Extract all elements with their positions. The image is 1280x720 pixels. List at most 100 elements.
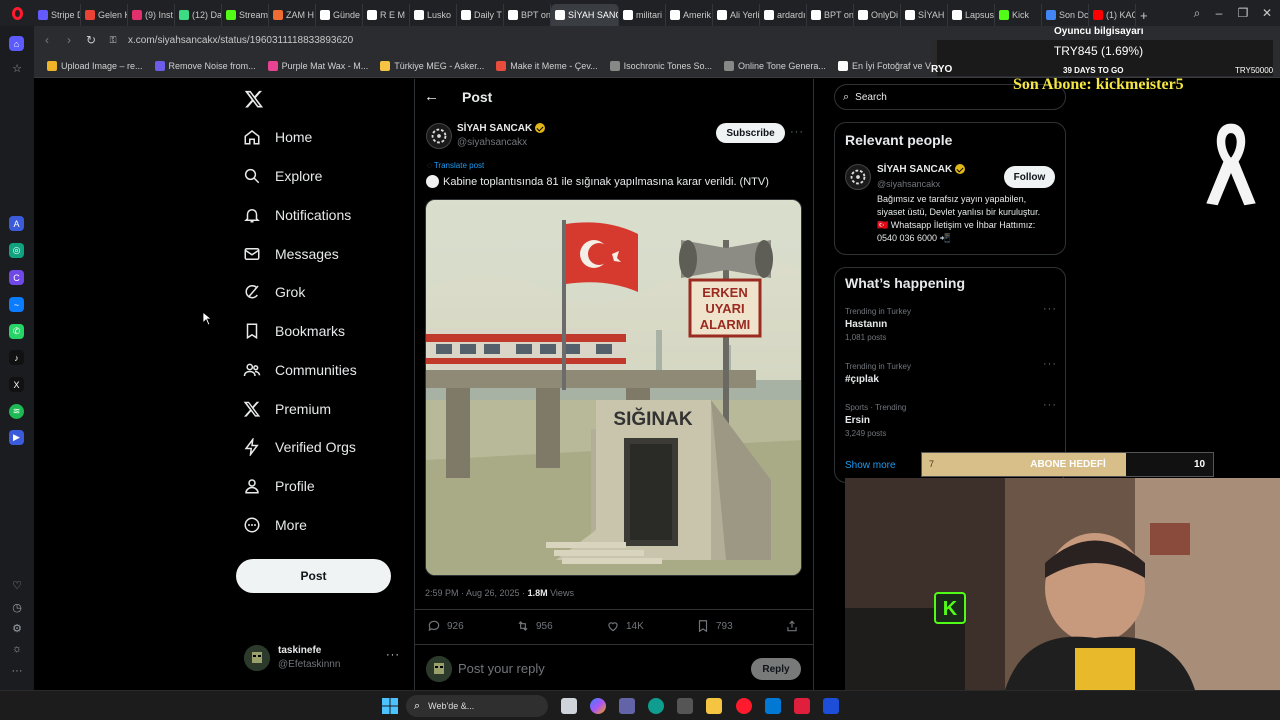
bookmark-item[interactable]: Isochronic Tones So... [605,60,717,71]
browser-tab[interactable]: Stripe D [34,4,81,26]
share-stat[interactable] [785,619,799,633]
browser-tab[interactable]: militari [619,4,666,26]
browser-tab[interactable]: ardardı [760,4,807,26]
bookmark-item[interactable]: Online Tone Genera... [719,60,831,71]
opera-icon[interactable] [736,698,752,714]
windows-start-icon[interactable] [382,698,398,714]
spotify-icon[interactable]: ≋ [9,404,24,419]
browser-tab[interactable]: OnlyDi [854,4,901,26]
player-icon[interactable]: ▶ [9,430,24,445]
bookmark-item[interactable]: Make it Meme - Çev... [491,60,602,71]
post-more-icon[interactable]: ··· [790,126,804,138]
copilot-icon[interactable] [590,698,606,714]
reload-icon[interactable]: ↻ [80,29,102,51]
repost-stat[interactable]: 956 [516,619,553,633]
reply-input[interactable]: Post your reply [458,661,545,676]
history-icon[interactable]: ◷ [10,601,24,615]
browser-tab[interactable]: SİYAH [901,4,948,26]
reply-stat[interactable]: 926 [427,619,464,633]
copilot-icon[interactable]: C [9,270,24,285]
browser-tab[interactable]: Amerik [666,4,713,26]
outlook-icon[interactable] [765,698,781,714]
nav-item-explore[interactable]: Explore [243,162,322,190]
relevant-person-name-row[interactable]: SİYAH SANCAK [877,164,966,175]
browser-tab[interactable]: Son Dc [1042,4,1089,26]
bookmark-item[interactable]: Purple Mat Wax - M... [263,60,374,71]
bookmark-item[interactable]: Türkiye MEG - Asker... [375,60,489,71]
trend-item[interactable]: Trending in Turkey #çıplak [845,362,911,388]
star-icon[interactable]: ☆ [10,62,24,76]
new-tab-icon[interactable]: + [1136,4,1152,26]
app-l-icon[interactable] [823,698,839,714]
post-image[interactable]: ERKEN UYARI ALARMI SIĞINAK [425,199,802,576]
account-switcher[interactable]: taskinefe @Efetaskinnn ··· [242,643,402,673]
trend-item[interactable]: Sports · Trending Ersin 3,249 posts [845,403,906,438]
nav-item-notifications[interactable]: Notifications [243,201,351,229]
trend-item[interactable]: Trending in Turkey Hastanın 1,081 posts [845,307,911,342]
bookmark-item[interactable]: Remove Noise from... [150,60,261,71]
aria-icon[interactable]: A [9,216,24,231]
heart-icon[interactable]: ♡ [10,579,24,593]
nav-item-verified-orgs[interactable]: Verified Orgs [243,433,356,461]
task-view-icon[interactable] [561,698,577,714]
author-name-row[interactable]: SİYAH SANCAK [457,123,546,134]
reply-button[interactable]: Reply [751,658,801,680]
account-more-icon[interactable]: ··· [386,649,400,661]
trend-more-icon[interactable]: ··· [1043,358,1057,370]
browser-tab[interactable]: Ali Yerli [713,4,760,26]
post-button[interactable]: Post [236,559,391,593]
teams-icon[interactable] [619,698,635,714]
store-icon[interactable] [677,698,693,714]
maximize-icon[interactable]: ❐ [1231,0,1255,26]
nav-item-grok[interactable]: Grok [243,278,305,306]
trend-more-icon[interactable]: ··· [1043,399,1057,411]
like-stat[interactable]: 14K [606,619,644,633]
author-avatar[interactable] [426,123,452,149]
browser-tab[interactable]: Lapsus [948,4,995,26]
lightbulb-icon[interactable]: ☼ [10,643,24,657]
browser-tab[interactable]: Günde [316,4,363,26]
url-text[interactable]: x.com/siyahsancakx/status/19603111188338… [128,35,353,46]
file-explorer-icon[interactable] [706,698,722,714]
bookmark-item[interactable]: En İyi Fotoğraf ve Vi... [833,60,945,71]
search-tabs-icon[interactable]: ⌕ [1185,0,1209,26]
back-icon[interactable]: ‹ [36,29,58,51]
minimize-icon[interactable]: – [1207,0,1231,26]
x-icon[interactable]: X [9,377,24,392]
browser-tab[interactable]: Kick [995,4,1042,26]
nav-item-messages[interactable]: Messages [243,240,339,268]
bookmark-stat[interactable]: 793 [696,619,733,633]
site-info-icon[interactable]: ⚿ [102,29,124,51]
close-window-icon[interactable]: ✕ [1255,0,1279,26]
browser-tab[interactable]: (1) KAC [1089,4,1136,26]
translate-post-link[interactable]: ◌ Translate post [427,161,484,170]
more-icon[interactable]: ··· [10,665,24,679]
browser-tab[interactable]: BPT on [504,4,551,26]
messenger-icon[interactable]: ~ [9,297,24,312]
show-more-link[interactable]: Show more [845,460,896,471]
settings-icon[interactable]: ⚙ [10,622,24,636]
nav-item-profile[interactable]: Profile [243,472,315,500]
browser-tab[interactable]: (12) Da [175,4,222,26]
nav-item-premium[interactable]: Premium [243,395,331,423]
subscribe-button[interactable]: Subscribe [716,123,785,143]
taskbar-search[interactable]: ⌕ Web'de &... [406,695,548,717]
nav-item-more[interactable]: More [243,511,307,539]
browser-tab[interactable]: ZAM H [269,4,316,26]
post-timestamp[interactable]: 2:59 PM · Aug 26, 2025 · [425,588,528,598]
nav-item-home[interactable]: Home [243,123,312,151]
browser-tab[interactable]: Daily T [457,4,504,26]
forward-icon[interactable]: › [58,29,80,51]
tiktok-icon[interactable]: ♪ [9,350,24,365]
edge-icon[interactable] [648,698,664,714]
nav-item-communities[interactable]: Communities [243,356,357,384]
winrar-icon[interactable] [794,698,810,714]
x-logo-icon[interactable] [244,89,264,109]
browser-tab[interactable]: R E M [363,4,410,26]
browser-tab[interactable]: (9) Inst [128,4,175,26]
relevant-person-avatar[interactable] [845,164,871,190]
nav-item-bookmarks[interactable]: Bookmarks [243,317,345,345]
chatgpt-icon[interactable]: ◎ [9,243,24,258]
workspace-home-icon[interactable]: ⌂ [9,36,24,51]
bookmark-item[interactable]: Upload Image – re... [42,60,148,71]
